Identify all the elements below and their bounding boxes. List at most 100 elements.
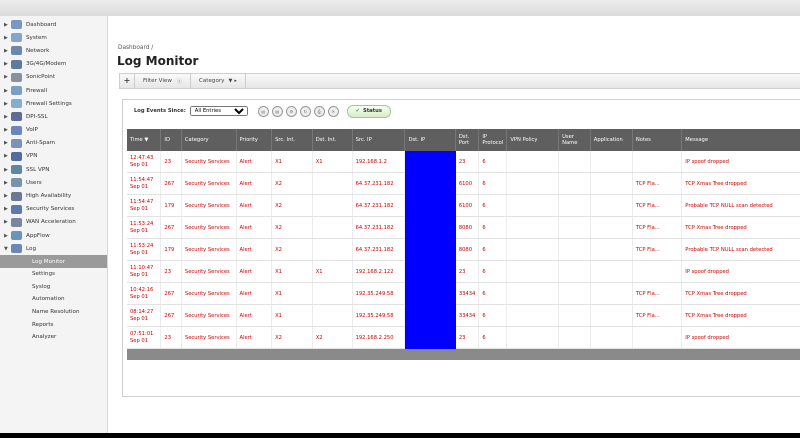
- cell-notes: TCP Fla...: [632, 282, 683, 305]
- sidebar-item-appflow[interactable]: ▶ AppFlow: [0, 229, 107, 242]
- sidebar-subitem-reports[interactable]: Reports: [0, 318, 107, 331]
- sidebar-subitem-syslog[interactable]: Syslog: [0, 281, 107, 294]
- cell-dst-ip-redacted: [404, 326, 456, 349]
- sidebar-item-sonicpoint[interactable]: ▶ SonicPoint: [0, 71, 107, 84]
- col-priority[interactable]: Priority: [236, 129, 273, 151]
- col-user-name[interactable]: User Name: [558, 129, 591, 151]
- sidebar-item-high-availability[interactable]: ▶ High Availability: [0, 189, 107, 202]
- text-export-icon[interactable]: ▤: [271, 105, 283, 117]
- sidebar-item-system[interactable]: ▶ System: [0, 31, 107, 44]
- chevron-down-icon[interactable]: ▼: [4, 246, 11, 252]
- cell-src-int: X2: [271, 326, 313, 349]
- filter-clear-icon[interactable]: ⓧ: [177, 78, 182, 85]
- cell-dst-ip-redacted: [404, 260, 456, 283]
- sidebar-subitem-automation[interactable]: Automation: [0, 293, 107, 306]
- cell-application: [590, 304, 633, 327]
- chevron-right-icon[interactable]: ▶: [4, 140, 11, 146]
- sidebar-subitem-analyzer[interactable]: Analyzer: [0, 331, 107, 344]
- log-toolbar: Log Events Since: All Entries ▤ ▤ ⚙ ↻ ⎙ …: [123, 100, 800, 122]
- col-dst-ip[interactable]: Dst. IP: [404, 129, 456, 151]
- sidebar-item-firewall-settings[interactable]: ▶ Firewall Settings: [0, 97, 107, 110]
- cell-dst-port: 23: [455, 151, 480, 173]
- chevron-right-icon[interactable]: ▶: [4, 22, 11, 28]
- print-icon[interactable]: ⎙: [313, 105, 325, 117]
- clear-icon[interactable]: ✕: [327, 105, 339, 117]
- sidebar-item-anti-spam[interactable]: ▶ Anti-Spam: [0, 137, 107, 150]
- chevron-right-icon[interactable]: ▶: [4, 61, 11, 67]
- table-row[interactable]: 08:14:27 Sep 01 267 Security Services Alert…: [127, 304, 800, 327]
- cell-dst-int: [312, 304, 353, 327]
- export-icon[interactable]: ▤: [257, 105, 269, 117]
- browser-top-bar: [0, 0, 800, 17]
- filter-view-button[interactable]: Filter View ⓧ: [135, 74, 191, 88]
- sidebar-item-dashboard[interactable]: ▶ Dashboard: [0, 18, 107, 31]
- users-icon: [11, 178, 22, 188]
- sidebar-item-users[interactable]: ▶ Users: [0, 176, 107, 189]
- table-row[interactable]: 11:10:47 Sep 01 23 Security Services Alert X…: [127, 260, 800, 283]
- sidebar-item-firewall[interactable]: ▶ Firewall: [0, 84, 107, 97]
- sidebar-item-3g-4g-modem[interactable]: ▶ 3G/4G/Modem: [0, 58, 107, 71]
- col-time[interactable]: Time ▼: [127, 129, 162, 151]
- chevron-right-icon[interactable]: ▶: [4, 35, 11, 41]
- settings-icon[interactable]: ⚙: [285, 105, 297, 117]
- col-id[interactable]: ID: [160, 129, 182, 151]
- chevron-right-icon[interactable]: ▶: [4, 127, 11, 133]
- sidebar-item-log[interactable]: ▼ Log: [0, 242, 107, 255]
- table-row[interactable]: 07:51:01 Sep 01 23 Security Services Alert X…: [127, 326, 800, 349]
- chevron-right-icon[interactable]: ▶: [4, 219, 11, 225]
- table-row[interactable]: 11:53:24 Sep 01 267 Security Services Alert…: [127, 216, 800, 239]
- sidebar-subitem-name-resolution[interactable]: Name Resolution: [0, 306, 107, 319]
- sidebar-item-ssl-vpn[interactable]: ▶ SSL VPN: [0, 163, 107, 176]
- sidebar-item-network[interactable]: ▶ Network: [0, 44, 107, 57]
- col-src-ip[interactable]: Src. IP: [352, 129, 406, 151]
- col-notes[interactable]: Notes: [632, 129, 683, 151]
- col-dst-port[interactable]: Dst. Port: [455, 129, 480, 151]
- table-row[interactable]: 11:54:47 Sep 01 179 Security Services Alert…: [127, 194, 800, 217]
- chevron-right-icon[interactable]: ▶: [4, 101, 11, 107]
- chevron-right-icon[interactable]: ▶: [4, 114, 11, 120]
- category-filter[interactable]: Category ▼ ▸: [191, 74, 246, 88]
- chevron-right-icon[interactable]: ▶: [4, 153, 11, 159]
- status-button[interactable]: ✔ Status: [346, 104, 391, 118]
- cell-dst-int: X1: [312, 260, 353, 283]
- cell-vpn-policy: [506, 260, 560, 283]
- col-category[interactable]: Category: [181, 129, 237, 151]
- table-row[interactable]: 12:47:43 Sep 01 23 Security Services Alert X…: [127, 151, 800, 173]
- table-row[interactable]: 11:53:24 Sep 01 179 Security Services Alert…: [127, 238, 800, 261]
- table-row[interactable]: 11:54:47 Sep 01 267 Security Services Alert…: [127, 172, 800, 195]
- col-ip-protocol[interactable]: IP Protocol: [478, 129, 508, 151]
- chevron-right-icon[interactable]: ▶: [4, 88, 11, 94]
- sidebar-item-wan-acceleration[interactable]: ▶ WAN Acceleration: [0, 216, 107, 229]
- cell-message: Probable TCP NULL scan detected: [681, 194, 800, 217]
- refresh-icon[interactable]: ↻: [299, 105, 311, 117]
- chevron-right-icon[interactable]: ▶: [4, 193, 11, 199]
- col-message[interactable]: Message: [681, 129, 800, 151]
- chevron-right-icon[interactable]: ▶: [4, 233, 11, 239]
- app-screen: ▶ Dashboard ▶ System ▶ Network ▶ 3G/4G/Modem ▶ So…: [0, 16, 800, 433]
- col-src-int[interactable]: Src. Int.: [271, 129, 313, 151]
- breadcrumb[interactable]: Dashboard /: [118, 45, 153, 51]
- col-vpn-policy[interactable]: VPN Policy: [506, 129, 560, 151]
- add-filter-button[interactable]: +: [120, 74, 135, 88]
- cell-time: 10:42:16 Sep 01: [127, 282, 162, 305]
- chevron-right-icon[interactable]: ▶: [4, 206, 11, 212]
- chevron-right-icon[interactable]: ▶: [4, 180, 11, 186]
- cell-vpn-policy: [506, 304, 560, 327]
- col-dst-int[interactable]: Dst. Int.: [312, 129, 353, 151]
- cell-dst-int: [312, 194, 353, 217]
- cell-src-ip: 192.168.2.250: [352, 326, 406, 349]
- chevron-right-icon[interactable]: ▶: [4, 74, 11, 80]
- sidebar-item-voip[interactable]: ▶ VoIP: [0, 124, 107, 137]
- table-row[interactable]: 10:42:16 Sep 01 267 Security Services Alert…: [127, 282, 800, 305]
- sidebar-item-dpi-ssl[interactable]: ▶ DPI-SSL: [0, 110, 107, 123]
- chevron-right-icon[interactable]: ▶: [4, 48, 11, 54]
- sidebar-subitem-log-monitor[interactable]: Log Monitor: [0, 255, 107, 268]
- log-table: Time ▼ ID Category Priority Src. Int. Ds…: [127, 129, 800, 360]
- sidebar-item-vpn[interactable]: ▶ VPN: [0, 150, 107, 163]
- col-application[interactable]: Application: [590, 129, 633, 151]
- cell-src-int: X2: [271, 216, 313, 239]
- sidebar-subitem-settings[interactable]: Settings: [0, 268, 107, 281]
- chevron-right-icon[interactable]: ▶: [4, 167, 11, 173]
- log-events-since-select[interactable]: All Entries: [189, 106, 248, 116]
- sidebar-item-security-services[interactable]: ▶ Security Services: [0, 203, 107, 216]
